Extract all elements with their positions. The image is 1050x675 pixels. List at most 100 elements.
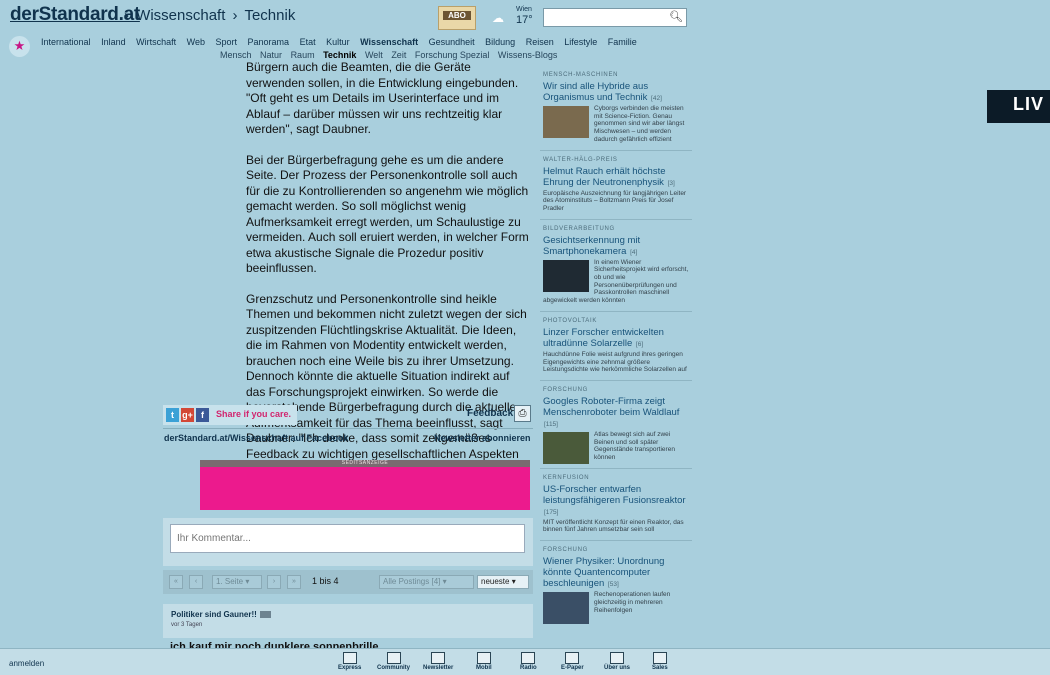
sidebar-count: [6]: [635, 340, 644, 348]
nav-wirtschaft[interactable]: Wirtschaft: [136, 37, 176, 47]
postings-filter-select[interactable]: Alle Postings [4] ▾: [379, 575, 474, 589]
advertisement-banner[interactable]: [200, 467, 530, 510]
page-select[interactable]: 1. Seite ▾: [212, 575, 262, 589]
bottom-ueber-uns-label: Über uns: [604, 665, 631, 671]
newsletter-icon: [431, 652, 446, 664]
nav-sport[interactable]: Sport: [216, 37, 238, 47]
share-label: Share if you care.: [216, 409, 292, 419]
search-icon[interactable]: 🔍︎: [669, 10, 683, 23]
bottom-radio-label: Radio: [520, 665, 537, 671]
sidebar-item[interactable]: FORSCHUNG Wiener Physiker: Unordnung kön…: [540, 540, 692, 625]
postings-filter-value: Alle Postings [4]: [383, 577, 441, 586]
nav-bildung[interactable]: Bildung: [485, 37, 515, 47]
sidebar-title[interactable]: Linzer Forscher entwickelten ultradünne …: [543, 327, 692, 350]
breadcrumb-wissenschaft[interactable]: Wissenschaft: [136, 7, 225, 24]
feedback-link[interactable]: Feedback: [467, 408, 513, 419]
bottom-newsletter[interactable]: Newsletter: [423, 652, 453, 671]
page-select-value: 1. Seite: [216, 577, 244, 586]
sidebar-thumbnail[interactable]: [543, 259, 589, 292]
facebook-icon[interactable]: f: [196, 408, 209, 422]
article-paragraph: Bürgern auch die Beamten, die die Geräte…: [246, 60, 519, 136]
nav-international[interactable]: International: [41, 37, 91, 47]
comment-input[interactable]: [170, 524, 525, 553]
nav-kultur[interactable]: Kultur: [326, 37, 350, 47]
bottom-epaper[interactable]: E-Paper: [561, 652, 584, 671]
nav-reisen[interactable]: Reisen: [526, 37, 554, 47]
subnav-welt[interactable]: Welt: [365, 50, 383, 60]
article-paragraph: Grenzschutz und Personenkontrolle sind h…: [246, 291, 527, 477]
sidebar-thumbnail[interactable]: [543, 592, 589, 625]
nav-gesundheit[interactable]: Gesundheit: [429, 37, 475, 47]
bottom-newsletter-label: Newsletter: [423, 665, 454, 671]
sidebar-title-text: Wiener Physiker: Unordnung könnte Quante…: [543, 556, 665, 590]
twitter-icon[interactable]: t: [166, 408, 179, 422]
sidebar-title[interactable]: Helmut Rauch erhält höchste Ehrung der N…: [543, 166, 692, 189]
sidebar-title[interactable]: Googles Roboter-Firma zeigt Menschenrobo…: [543, 396, 692, 430]
sidebar-title[interactable]: Gesichtserkennung mit Smartphonekamera […: [543, 235, 692, 258]
derstandard-logo[interactable]: ★: [9, 36, 30, 57]
bottom-community-label: Community: [377, 665, 410, 671]
sidebar-thumbnail[interactable]: [543, 106, 589, 138]
next-page-button[interactable]: ›: [267, 575, 281, 589]
nav-etat[interactable]: Etat: [300, 37, 316, 47]
sidebar-thumbnail[interactable]: [543, 431, 589, 464]
first-page-button[interactable]: «: [169, 575, 183, 589]
sidebar-item[interactable]: MENSCH-MASCHINEN Wir sind alle Hybride a…: [540, 66, 692, 144]
breadcrumb-separator: ›: [232, 7, 238, 24]
header: derStandard.at › Wissenschaft › Technik …: [0, 0, 1050, 36]
sidebar-teaser: MIT veröffentlicht Konzept für einen Rea…: [543, 518, 684, 534]
search-input[interactable]: [543, 8, 687, 27]
bottom-sales[interactable]: Sales: [652, 652, 668, 671]
posting-pager: « ‹ 1. Seite ▾ › » 1 bis 4 Alle Postings…: [163, 570, 533, 594]
sidebar-item[interactable]: FORSCHUNG Googles Roboter-Firma zeigt Me…: [540, 379, 692, 464]
print-icon[interactable]: ⎙: [514, 405, 531, 422]
nav-inland[interactable]: Inland: [101, 37, 126, 47]
subnav-natur[interactable]: Natur: [260, 50, 282, 60]
live-badge[interactable]: LIV: [987, 90, 1050, 123]
google-plus-icon[interactable]: g+: [181, 408, 194, 422]
last-page-button[interactable]: »: [287, 575, 301, 589]
nav-familie[interactable]: Familie: [608, 37, 637, 47]
sidebar-item[interactable]: PHOTOVOLTAIK Linzer Forscher entwickelte…: [540, 310, 692, 374]
login-link[interactable]: anmelden: [9, 659, 44, 668]
sidebar-title[interactable]: US-Forscher entwarfen leistungsfähigeren…: [543, 484, 692, 518]
posting-title[interactable]: Politiker sind Gauner!!: [171, 610, 271, 619]
subnav-raum[interactable]: Raum: [291, 50, 315, 60]
bottom-community[interactable]: Community: [377, 652, 410, 671]
site-brand-link[interactable]: derStandard.at: [10, 4, 140, 26]
sort-select[interactable]: neueste ▾: [477, 575, 529, 589]
bottom-express-label: Express: [338, 665, 362, 671]
subnav-mensch[interactable]: Mensch: [220, 50, 252, 60]
bottom-express[interactable]: Express: [338, 652, 361, 671]
subnav-zeit[interactable]: Zeit: [391, 50, 406, 60]
primary-nav: International Inland Wirtschaft Web Spor…: [41, 37, 645, 49]
nav-wissenschaft[interactable]: Wissenschaft: [360, 37, 418, 47]
newsletter-subscribe-link[interactable]: Newsletter abonnieren: [434, 433, 531, 443]
sales-icon: [652, 652, 667, 664]
sidebar-item[interactable]: KERNFUSION US-Forscher entwarfen leistun…: [540, 467, 692, 534]
facebook-page-link[interactable]: derStandard.at/Wissenschaft auf Facebook: [164, 433, 348, 443]
sidebar-item[interactable]: WALTER-HÄLG-PREIS Helmut Rauch erhält hö…: [540, 149, 692, 213]
sidebar-title[interactable]: Wiener Physiker: Unordnung könnte Quante…: [543, 556, 692, 590]
nav-panorama[interactable]: Panorama: [248, 37, 290, 47]
abo-label: ABO: [443, 11, 471, 20]
bottom-mobil-label: Mobil: [476, 665, 492, 671]
sidebar-kicker: MENSCH-MASCHINEN: [543, 72, 619, 78]
nav-web[interactable]: Web: [187, 37, 205, 47]
sidebar-title-text: Googles Roboter-Firma zeigt Menschenrobo…: [543, 395, 680, 418]
sidebar-item[interactable]: BILDVERARBEITUNG Gesichtserkennung mit S…: [540, 218, 692, 305]
sidebar-count: [175]: [544, 508, 559, 516]
subnav-forschung-spezial[interactable]: Forschung Spezial: [415, 50, 490, 60]
nav-lifestyle[interactable]: Lifestyle: [564, 37, 597, 47]
bottom-ueber-uns[interactable]: Über uns: [604, 652, 630, 671]
subnav-wissens-blogs[interactable]: Wissens-Blogs: [498, 50, 558, 60]
abo-ad-banner[interactable]: ABO: [438, 6, 476, 30]
subnav-technik[interactable]: Technik: [323, 50, 356, 60]
bottom-radio[interactable]: Radio: [520, 652, 537, 671]
breadcrumb-technik[interactable]: Technik: [244, 7, 295, 24]
breadcrumb: › Wissenschaft › Technik: [124, 7, 298, 24]
prev-page-button[interactable]: ‹: [189, 575, 203, 589]
bottom-mobil[interactable]: Mobil: [476, 652, 492, 671]
sidebar-title[interactable]: Wir sind alle Hybride aus Organismus und…: [543, 81, 692, 104]
posting-badge-icon: [259, 611, 271, 619]
